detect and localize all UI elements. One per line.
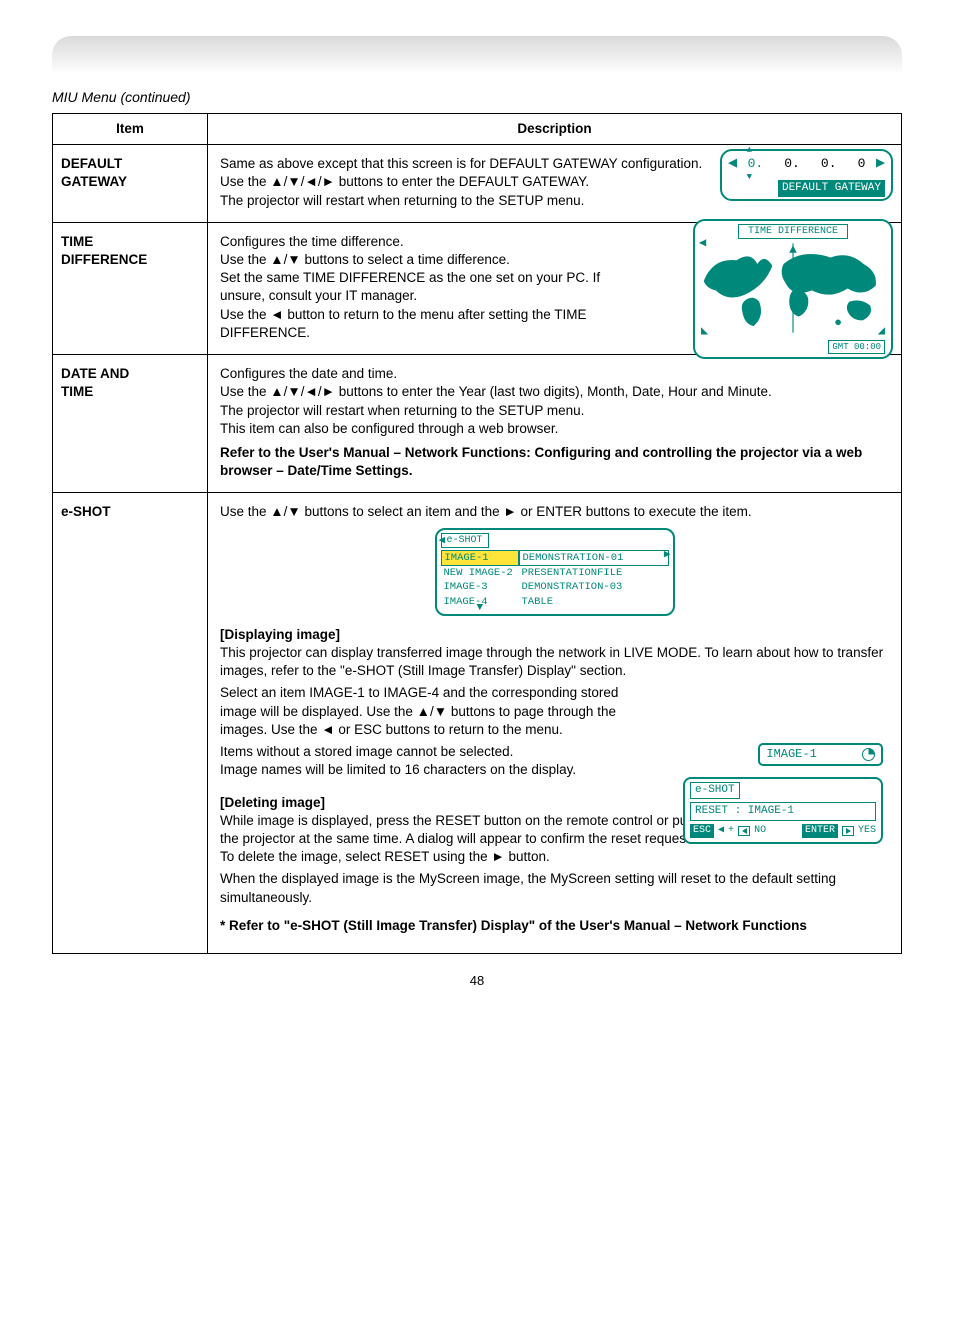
time-line2: Use the ▲/▼ buttons to select a time dif… bbox=[220, 251, 620, 269]
row-eshot-desc: Use the ▲/▼ buttons to select an item an… bbox=[208, 493, 902, 954]
gateway-d3[interactable]: 0. bbox=[818, 155, 840, 173]
reset-esc[interactable]: ESC bbox=[690, 824, 714, 838]
dt-line2: Use the ▲/▼/◄/► buttons to enter the Yea… bbox=[220, 383, 889, 401]
row-time-diff-name: TIME DIFFERENCE bbox=[53, 222, 208, 354]
eshot-item-4-r: TABLE bbox=[519, 595, 669, 609]
row-eshot-name: e-SHOT bbox=[53, 493, 208, 954]
time-map-title: TIME DIFFERENCE bbox=[738, 224, 848, 240]
time-line3: Set the same TIME DIFFERENCE as the one … bbox=[220, 269, 620, 305]
gateway-d2[interactable]: 0. bbox=[781, 155, 803, 173]
reset-dialog-title: e-SHOT bbox=[690, 782, 740, 799]
left-triangle-icon[interactable]: ◀ bbox=[728, 154, 737, 174]
eshot-list-widget[interactable]: ◀ ▶ ▼ e-SHOT IMAGE-1 DEMONSTRATION-01 NE… bbox=[435, 528, 675, 616]
page-number: 48 bbox=[52, 972, 902, 990]
reset-enter[interactable]: ENTER bbox=[802, 824, 838, 838]
display-p1: This projector can display transferred i… bbox=[220, 644, 889, 680]
reset-dialog-sub: RESET : IMAGE-1 bbox=[690, 802, 876, 821]
time-map-gmt: GMT 00:00 bbox=[828, 340, 885, 354]
image-banner-label: IMAGE-1 bbox=[766, 747, 816, 761]
right-triangle-icon[interactable]: ▶ bbox=[876, 154, 885, 174]
eshot-item-3-r: DEMONSTRATION-03 bbox=[519, 580, 669, 594]
col-desc: Description bbox=[208, 113, 902, 144]
gateway-line1: Same as above except that this screen is… bbox=[220, 155, 800, 173]
eshot-item-3[interactable]: IMAGE-3 DEMONSTRATION-03 bbox=[441, 580, 669, 594]
row-time-diff-desc: Configures the time difference. Use the … bbox=[208, 222, 902, 354]
dt-line1: Configures the date and time. bbox=[220, 365, 889, 383]
display-heading: [Displaying image] bbox=[220, 626, 889, 644]
gateway-line3: The projector will restart when returnin… bbox=[220, 192, 800, 210]
section-heading: MIU Menu (continued) bbox=[52, 88, 902, 107]
row-date-time-name: DATE AND TIME bbox=[53, 355, 208, 493]
time-line1: Configures the time difference. bbox=[220, 233, 620, 251]
gateway-widget[interactable]: ◀ 0. 0. 0. 0 ▶ DEFAULT GATEWAY bbox=[720, 149, 893, 201]
eshot-item-3-l: IMAGE-3 bbox=[441, 580, 519, 594]
gateway-d1[interactable]: 0. bbox=[745, 155, 767, 173]
gateway-line2: Use the ▲/▼/◄/► buttons to enter the DEF… bbox=[220, 173, 800, 191]
eshot-item-4[interactable]: IMAGE-4 TABLE bbox=[441, 595, 669, 609]
dt-ref: Refer to the User's Manual – Network Fun… bbox=[220, 444, 889, 480]
eshot-right-triangle-icon[interactable]: ▶ bbox=[664, 548, 671, 563]
eshot-down-triangle-icon[interactable]: ▼ bbox=[477, 601, 484, 616]
eshot-list-title: e-SHOT bbox=[441, 533, 489, 549]
eshot-intro: Use the ▲/▼ buttons to select an item an… bbox=[220, 503, 889, 521]
row-default-gateway-desc: Same as above except that this screen is… bbox=[208, 145, 902, 223]
delete-p2: To delete the image, select RESET using … bbox=[220, 848, 889, 866]
world-map-icon bbox=[699, 241, 887, 335]
time-map-widget[interactable]: TIME DIFFERENCE ◀ ◣ ◢ bbox=[693, 219, 893, 359]
gateway-d4[interactable]: 0 bbox=[855, 155, 869, 173]
reset-yes[interactable]: YES bbox=[858, 824, 876, 838]
delete-p3: When the displayed image is the MyScreen… bbox=[220, 870, 889, 906]
eshot-left-triangle-icon[interactable]: ◀ bbox=[439, 534, 446, 549]
eshot-item-2[interactable]: NEW IMAGE-2 PRESENTATIONFILE bbox=[441, 566, 669, 580]
header-band bbox=[52, 36, 902, 74]
gateway-label: DEFAULT GATEWAY bbox=[778, 180, 885, 197]
eshot-note: * Refer to "e-SHOT (Still Image Transfer… bbox=[220, 917, 889, 935]
enter-icon bbox=[842, 826, 854, 836]
row-date-time-desc: Configures the date and time. Use the ▲/… bbox=[208, 355, 902, 493]
input-icon bbox=[738, 826, 750, 836]
time-line4: Use the ◄ button to return to the menu a… bbox=[220, 306, 620, 342]
eshot-item-2-l: NEW IMAGE-2 bbox=[441, 566, 519, 580]
dt-line3: The projector will restart when returnin… bbox=[220, 402, 889, 420]
display-p2: Select an item IMAGE-1 to IMAGE-4 and th… bbox=[220, 684, 650, 739]
eshot-item-2-r: PRESENTATIONFILE bbox=[519, 566, 669, 580]
eshot-item-1-r: DEMONSTRATION-01 bbox=[519, 550, 669, 566]
eshot-item-1[interactable]: IMAGE-1 DEMONSTRATION-01 bbox=[441, 550, 669, 566]
dt-line4: This item can also be configured through… bbox=[220, 420, 889, 438]
reset-dialog[interactable]: e-SHOT RESET : IMAGE-1 ESC ◀+ NO ENTER Y… bbox=[683, 777, 883, 843]
reset-no[interactable]: NO bbox=[754, 824, 766, 838]
image-banner: IMAGE-1 bbox=[758, 743, 883, 765]
row-default-gateway-name: DEFAULT GATEWAY bbox=[53, 145, 208, 223]
col-item: Item bbox=[53, 113, 208, 144]
menu-table: Item Description DEFAULT GATEWAY Same as… bbox=[52, 113, 902, 954]
eshot-item-1-l: IMAGE-1 bbox=[441, 550, 519, 566]
